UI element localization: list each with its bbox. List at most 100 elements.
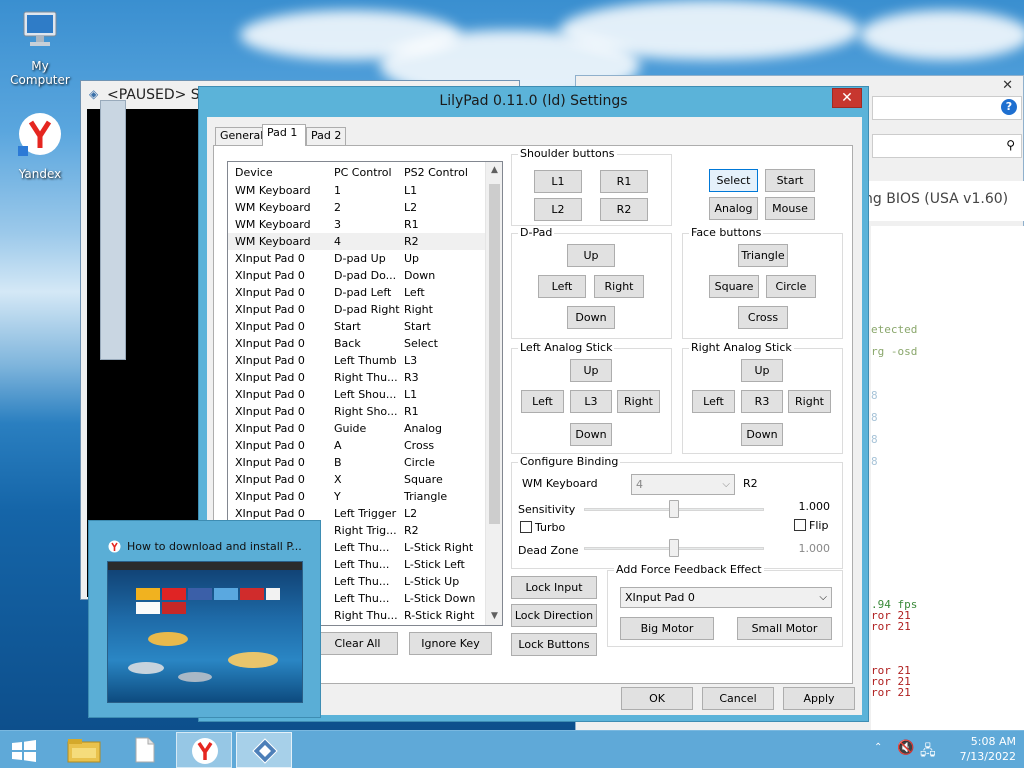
list-item[interactable]: XInput Pad 0 B Circle xyxy=(228,454,486,471)
ok-button[interactable]: OK xyxy=(621,687,693,710)
column-header-pc-control[interactable]: PC Control xyxy=(334,166,392,179)
sensitivity-slider[interactable] xyxy=(584,500,764,520)
lstick-up-button[interactable]: Up xyxy=(570,359,612,382)
select-button[interactable]: Select xyxy=(709,169,758,192)
taskbar-yandex[interactable] xyxy=(176,732,232,768)
binding-device: XInput Pad 0 xyxy=(235,490,305,503)
console-search-field[interactable]: ⚲ xyxy=(872,134,1022,158)
tile xyxy=(162,588,186,600)
binding-ps2-control: L-Stick Down xyxy=(404,592,476,605)
cross-button[interactable]: Cross xyxy=(738,306,788,329)
big-motor-button[interactable]: Big Motor xyxy=(620,617,714,640)
lstick-down-button[interactable]: Down xyxy=(570,423,612,446)
rstick-up-button[interactable]: Up xyxy=(741,359,783,382)
rstick-down-button[interactable]: Down xyxy=(741,423,783,446)
taskbar-pcsx2[interactable] xyxy=(236,732,292,768)
analog-button[interactable]: Analog xyxy=(709,197,758,220)
binding-device: XInput Pad 0 xyxy=(235,286,305,299)
list-item[interactable]: XInput Pad 0 A Cross xyxy=(228,437,486,454)
clock[interactable]: 5:08 AM 7/13/2022 xyxy=(952,734,1016,764)
binding-ps2-control: Cross xyxy=(404,439,435,452)
start-button[interactable] xyxy=(10,739,38,763)
lock-input-button[interactable]: Lock Input xyxy=(511,576,597,599)
r3-button[interactable]: R3 xyxy=(741,390,783,413)
list-item[interactable]: XInput Pad 0 Left Shou... L1 xyxy=(228,386,486,403)
list-item[interactable]: XInput Pad 0 Back Select xyxy=(228,335,486,352)
list-item[interactable]: XInput Pad 0 D-pad Left Left xyxy=(228,284,486,301)
tray-chevron-icon[interactable]: ⌃ xyxy=(874,742,882,753)
list-item[interactable]: WM Keyboard 3 R1 xyxy=(228,216,486,233)
desktop-icon-my-computer[interactable]: My Computer xyxy=(0,8,80,87)
column-header-ps2-control[interactable]: PS2 Control xyxy=(404,166,468,179)
binding-ps2-control: R1 xyxy=(404,405,419,418)
console-close-icon[interactable]: ✕ xyxy=(1002,78,1013,93)
taskbar-file-explorer[interactable] xyxy=(56,732,112,768)
thumbnail-title: How to download and install P... xyxy=(127,540,302,553)
slider-thumb[interactable] xyxy=(669,500,679,518)
tab-pad-1[interactable]: Pad 1 xyxy=(262,124,306,146)
scroll-thumb[interactable] xyxy=(489,184,500,524)
ignore-key-button[interactable]: Ignore Key xyxy=(409,632,492,655)
list-item[interactable]: XInput Pad 0 Guide Analog xyxy=(228,420,486,437)
dpad-up-button[interactable]: Up xyxy=(567,244,615,267)
network-icon[interactable]: 🖧 xyxy=(920,740,936,764)
taskbar-document[interactable] xyxy=(116,732,172,768)
l1-button[interactable]: L1 xyxy=(534,170,582,193)
lstick-left-button[interactable]: Left xyxy=(521,390,564,413)
small-motor-button[interactable]: Small Motor xyxy=(737,617,832,640)
start-button[interactable]: Start xyxy=(765,169,815,192)
cancel-button[interactable]: Cancel xyxy=(702,687,774,710)
list-scrollbar[interactable]: ▲ ▼ xyxy=(485,162,502,625)
binding-pc-control: X xyxy=(334,473,342,486)
search-icon[interactable]: ⚲ xyxy=(1006,138,1015,152)
close-button[interactable]: ✕ xyxy=(832,88,862,108)
lock-buttons-button[interactable]: Lock Buttons xyxy=(511,633,597,656)
scroll-up-icon[interactable]: ▲ xyxy=(486,162,502,179)
dpad-down-button[interactable]: Down xyxy=(567,306,615,329)
list-item[interactable]: WM Keyboard 1 L1 xyxy=(228,182,486,199)
apply-button[interactable]: Apply xyxy=(783,687,855,710)
list-item[interactable]: WM Keyboard 2 L2 xyxy=(228,199,486,216)
list-item[interactable]: XInput Pad 0 D-pad Do... Down xyxy=(228,267,486,284)
lstick-right-button[interactable]: Right xyxy=(617,390,660,413)
dpad-left-button[interactable]: Left xyxy=(538,275,586,298)
r2-button[interactable]: R2 xyxy=(600,198,648,221)
triangle-button[interactable]: Triangle xyxy=(738,244,788,267)
console-search-box[interactable]: ? xyxy=(872,96,1022,120)
l2-button[interactable]: L2 xyxy=(534,198,582,221)
list-item[interactable]: XInput Pad 0 Right Thu... R3 xyxy=(228,369,486,386)
list-item[interactable]: XInput Pad 0 D-pad Right Right xyxy=(228,301,486,318)
square-button[interactable]: Square xyxy=(709,275,759,298)
list-item[interactable]: XInput Pad 0 Start Start xyxy=(228,318,486,335)
taskbar-thumbnail-preview[interactable]: How to download and install P... xyxy=(88,520,321,718)
rstick-right-button[interactable]: Right xyxy=(788,390,831,413)
rstick-left-button[interactable]: Left xyxy=(692,390,735,413)
list-item[interactable]: XInput Pad 0 D-pad Up Up xyxy=(228,250,486,267)
help-icon[interactable]: ? xyxy=(1001,99,1017,115)
list-item[interactable]: XInput Pad 0 Left Thumb L3 xyxy=(228,352,486,369)
fish xyxy=(128,662,164,674)
binding-device: XInput Pad 0 xyxy=(235,337,305,350)
turbo-checkbox[interactable] xyxy=(520,521,532,533)
column-header-device[interactable]: Device xyxy=(235,166,273,179)
tab-general[interactable]: General xyxy=(215,127,269,145)
dpad-right-button[interactable]: Right xyxy=(594,275,644,298)
list-item[interactable]: XInput Pad 0 Right Sho... R1 xyxy=(228,403,486,420)
list-item[interactable]: WM Keyboard 4 R2 xyxy=(228,233,486,250)
circle-button[interactable]: Circle xyxy=(766,275,816,298)
binding-pc-control: D-pad Left xyxy=(334,286,392,299)
lock-direction-button[interactable]: Lock Direction xyxy=(511,604,597,627)
tab-pad-2[interactable]: Pad 2 xyxy=(306,127,347,145)
flip-checkbox[interactable] xyxy=(794,519,806,531)
speaker-muted-icon[interactable]: 🔇 xyxy=(897,740,914,756)
ff-device-select[interactable]: XInput Pad 0 ⌵ xyxy=(620,587,832,608)
clear-all-button[interactable]: Clear All xyxy=(317,632,398,655)
scroll-down-icon[interactable]: ▼ xyxy=(486,608,502,625)
r1-button[interactable]: R1 xyxy=(600,170,648,193)
desktop-icon-yandex[interactable]: Yandex xyxy=(0,112,80,181)
l3-button[interactable]: L3 xyxy=(570,390,612,413)
list-item[interactable]: XInput Pad 0 Y Triangle xyxy=(228,488,486,505)
list-item[interactable]: XInput Pad 0 X Square xyxy=(228,471,486,488)
mouse-button[interactable]: Mouse xyxy=(765,197,815,220)
binding-ps2-control: L3 xyxy=(404,354,418,367)
